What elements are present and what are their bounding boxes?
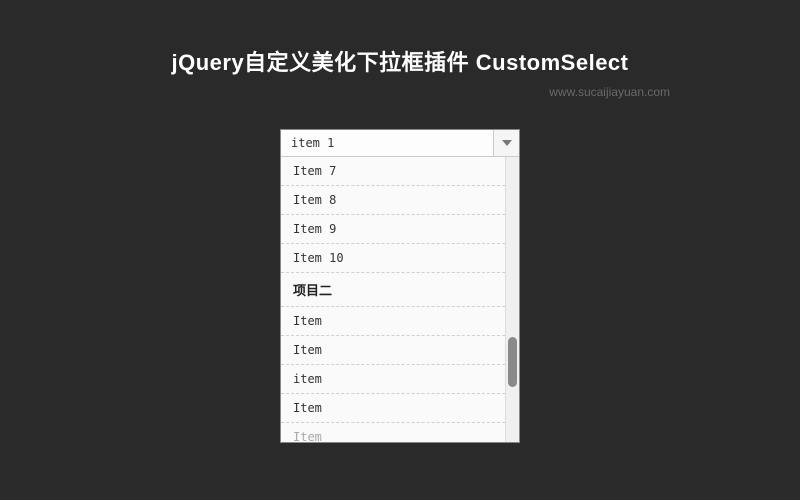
select-option[interactable]: Item 10	[281, 244, 505, 273]
select-option[interactable]: Item	[281, 336, 505, 365]
options-list: Item 7 Item 8 Item 9 Item 10 项目二 Item It…	[281, 157, 505, 442]
select-option[interactable]: Item	[281, 307, 505, 336]
select-option[interactable]: Item 7	[281, 157, 505, 186]
chevron-down-icon	[502, 140, 512, 146]
select-toggle-button[interactable]	[493, 130, 519, 156]
select-option[interactable]: Item	[281, 394, 505, 423]
scrollbar-track[interactable]	[505, 157, 519, 442]
select-option[interactable]: Item	[281, 423, 505, 442]
select-option[interactable]: Item 9	[281, 215, 505, 244]
select-optgroup-label: 项目二	[281, 273, 505, 307]
page-title: jQuery自定义美化下拉框插件 CustomSelect	[0, 45, 800, 77]
page-header: jQuery自定义美化下拉框插件 CustomSelect www.sucaij…	[0, 0, 800, 99]
scrollbar-thumb[interactable]	[508, 337, 517, 387]
page-subtitle: www.sucaijiayuan.com	[0, 85, 800, 99]
custom-select: item 1 Item 7 Item 8 Item 9 Item 10 项目二 …	[280, 129, 520, 443]
select-dropdown: Item 7 Item 8 Item 9 Item 10 项目二 Item It…	[281, 157, 519, 442]
select-header[interactable]: item 1	[281, 130, 519, 157]
select-option[interactable]: item	[281, 365, 505, 394]
select-value: item 1	[281, 130, 493, 156]
select-option[interactable]: Item 8	[281, 186, 505, 215]
